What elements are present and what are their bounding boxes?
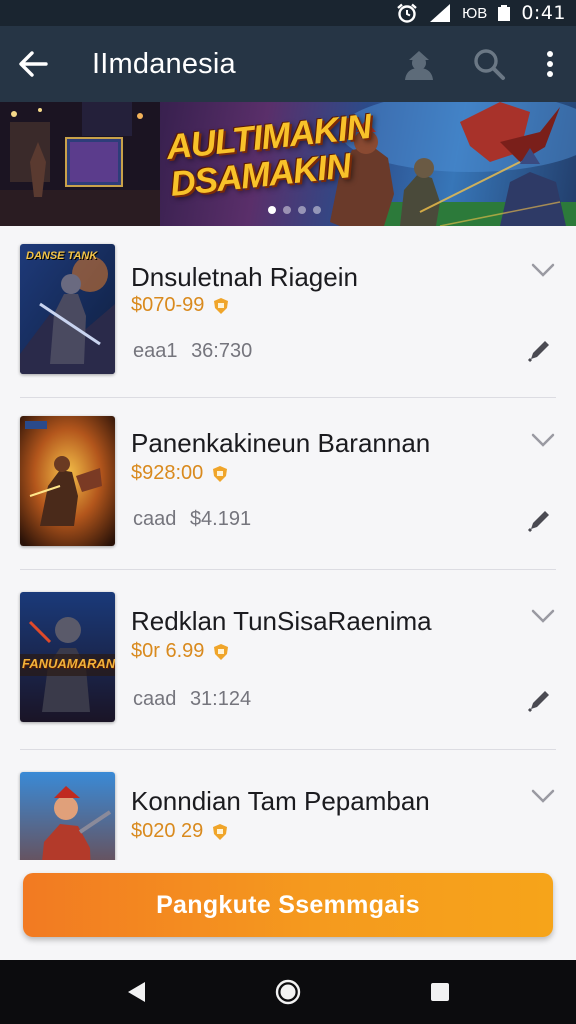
item-title: Panenkakineun Barannan — [131, 428, 431, 458]
item-meta-label: caad — [133, 688, 177, 710]
thumbnail-caption: DANSE TANK — [26, 250, 98, 262]
search-icon — [474, 49, 505, 80]
item-title: Redklan TunSisaRaenima — [131, 606, 432, 636]
nav-home-button[interactable] — [258, 962, 318, 1022]
item-meta-label: eaa1 — [133, 340, 178, 362]
thumbnail-art — [20, 416, 115, 546]
item-thumbnail — [20, 416, 115, 546]
battery-icon — [498, 5, 511, 21]
item-thumbnail — [20, 772, 115, 860]
back-button[interactable] — [0, 26, 66, 102]
item-thumbnail: FANUAMARAN — [20, 592, 115, 722]
more-options-button[interactable] — [524, 26, 576, 102]
item-meta-label: caad — [133, 508, 177, 530]
item-price: $0r 6.99 — [131, 640, 230, 663]
banner-dot-2[interactable] — [283, 206, 291, 214]
status-code: ЮB — [462, 4, 488, 22]
item-meta: eaa1 36:730 — [133, 340, 252, 363]
cta-area: Pangkute Ssemmgais — [0, 860, 576, 960]
nav-home-icon — [275, 979, 301, 1005]
list-item[interactable]: FANUAMARAN Redklan TunSisaRaenima $0r 6.… — [0, 570, 576, 750]
thumbnail-art — [20, 772, 115, 860]
item-price-value: $070-99 — [131, 294, 205, 316]
app-bar: IImdanesia — [0, 26, 576, 102]
thumbnail-caption: FANUAMARAN — [22, 656, 115, 671]
item-price: $928:00 — [131, 462, 229, 485]
item-meta-value: $4.191 — [189, 508, 252, 530]
chevron-down-icon[interactable] — [528, 786, 558, 806]
status-bar: ЮB 0:41 — [0, 0, 576, 26]
edit-icon[interactable] — [524, 504, 556, 536]
status-time: 0:41 — [521, 2, 566, 24]
item-title: Konndian Tam Pepamban — [131, 786, 430, 816]
edit-icon[interactable] — [524, 334, 556, 366]
banner-dot-4[interactable] — [313, 206, 321, 214]
item-price: $070-99 — [131, 294, 230, 317]
item-meta: caad 31:124 — [133, 688, 251, 711]
system-nav-bar — [0, 960, 576, 1024]
back-arrow-icon — [19, 51, 48, 77]
search-button[interactable] — [454, 26, 524, 102]
more-vert-icon — [547, 51, 553, 77]
item-price: $020 29 — [131, 820, 229, 843]
alarm-icon — [397, 3, 417, 23]
banner-dot-3[interactable] — [298, 206, 306, 214]
item-price-value: $020 29 — [131, 820, 204, 842]
coin-shield-icon — [214, 297, 229, 314]
game-list: DANSE TANK Dnsuletnah Riagein $070-99 ea… — [0, 226, 576, 860]
coin-shield-icon — [213, 465, 228, 482]
chevron-down-icon[interactable] — [528, 606, 558, 626]
nav-recents-button[interactable] — [410, 962, 470, 1022]
nav-recents-icon — [431, 983, 449, 1001]
app-title: IImdanesia — [92, 47, 236, 80]
primary-action-button[interactable]: Pangkute Ssemmgais — [23, 873, 553, 937]
item-meta-value: 31:124 — [189, 688, 252, 710]
item-price-value: $928:00 — [131, 462, 204, 484]
edit-icon[interactable] — [524, 684, 556, 716]
signal-icon — [430, 4, 451, 22]
thumbnail-art — [20, 244, 115, 374]
item-meta: caad $4.191 — [133, 508, 251, 531]
chevron-down-icon[interactable] — [528, 430, 558, 450]
list-item[interactable]: DANSE TANK Dnsuletnah Riagein $070-99 ea… — [0, 226, 576, 398]
banner-pager — [268, 206, 321, 214]
coin-shield-icon — [213, 823, 228, 840]
item-price-value: $0r 6.99 — [131, 640, 205, 662]
item-meta-value: 36:730 — [191, 340, 253, 362]
banner-dot-1[interactable] — [268, 206, 276, 214]
list-item[interactable]: Panenkakineun Barannan $928:00 caad $4.1… — [0, 398, 576, 570]
list-item[interactable]: Konndian Tam Pepamban $020 29 — [0, 750, 576, 860]
coin-shield-icon — [214, 643, 229, 660]
profile-icon — [405, 51, 433, 80]
nav-back-icon — [128, 982, 145, 1002]
chevron-down-icon[interactable] — [528, 260, 558, 280]
nav-back-button[interactable] — [106, 962, 166, 1022]
profile-button[interactable] — [384, 26, 454, 102]
item-title: Dnsuletnah Riagein — [131, 262, 358, 292]
item-thumbnail: DANSE TANK — [20, 244, 115, 374]
